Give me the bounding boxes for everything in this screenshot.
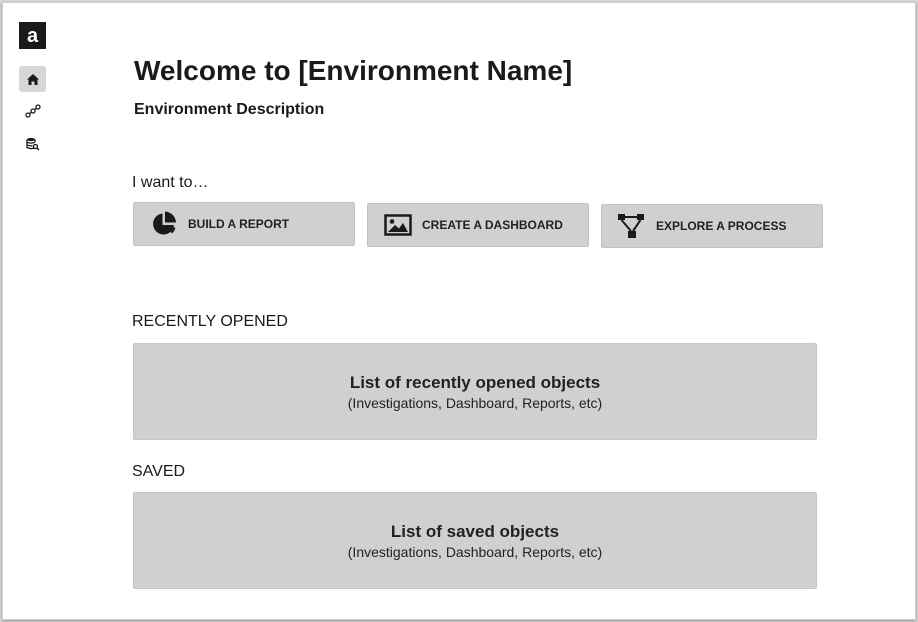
recently-opened-heading: RECENTLY OPENED bbox=[132, 313, 288, 330]
recently-opened-subtitle: (Investigations, Dashboard, Reports, etc… bbox=[347, 394, 603, 411]
create-dashboard-button[interactable]: CREATE A DASHBOARD bbox=[367, 203, 589, 247]
explore-process-button[interactable]: EXPLORE A PROCESS bbox=[601, 204, 823, 248]
app-window: a Welcome to [Environment Name] Environm… bbox=[2, 2, 916, 620]
saved-heading: SAVED bbox=[132, 463, 186, 480]
page-title: Welcome to [Environment Name] bbox=[134, 55, 573, 86]
explore-process-label: EXPLORE A PROCESS bbox=[656, 219, 787, 233]
image-icon bbox=[382, 211, 414, 239]
recently-opened-title: List of recently opened objects bbox=[349, 372, 601, 392]
saved-title: List of saved objects bbox=[390, 521, 560, 541]
process-flow-icon bbox=[616, 212, 648, 240]
pie-chart-icon bbox=[148, 210, 180, 238]
recently-opened-list[interactable]: List of recently opened objects (Investi… bbox=[133, 343, 817, 440]
create-dashboard-label: CREATE A DASHBOARD bbox=[422, 218, 563, 232]
environment-description: Environment Description bbox=[134, 101, 325, 118]
saved-list[interactable]: List of saved objects (Investigations, D… bbox=[133, 492, 817, 589]
build-report-label: BUILD A REPORT bbox=[188, 217, 290, 231]
main-content: Welcome to [Environment Name] Environmen… bbox=[3, 3, 915, 619]
saved-subtitle: (Investigations, Dashboard, Reports, etc… bbox=[347, 543, 603, 560]
build-report-button[interactable]: BUILD A REPORT bbox=[133, 202, 355, 246]
i-want-to-label: I want to… bbox=[132, 174, 209, 191]
